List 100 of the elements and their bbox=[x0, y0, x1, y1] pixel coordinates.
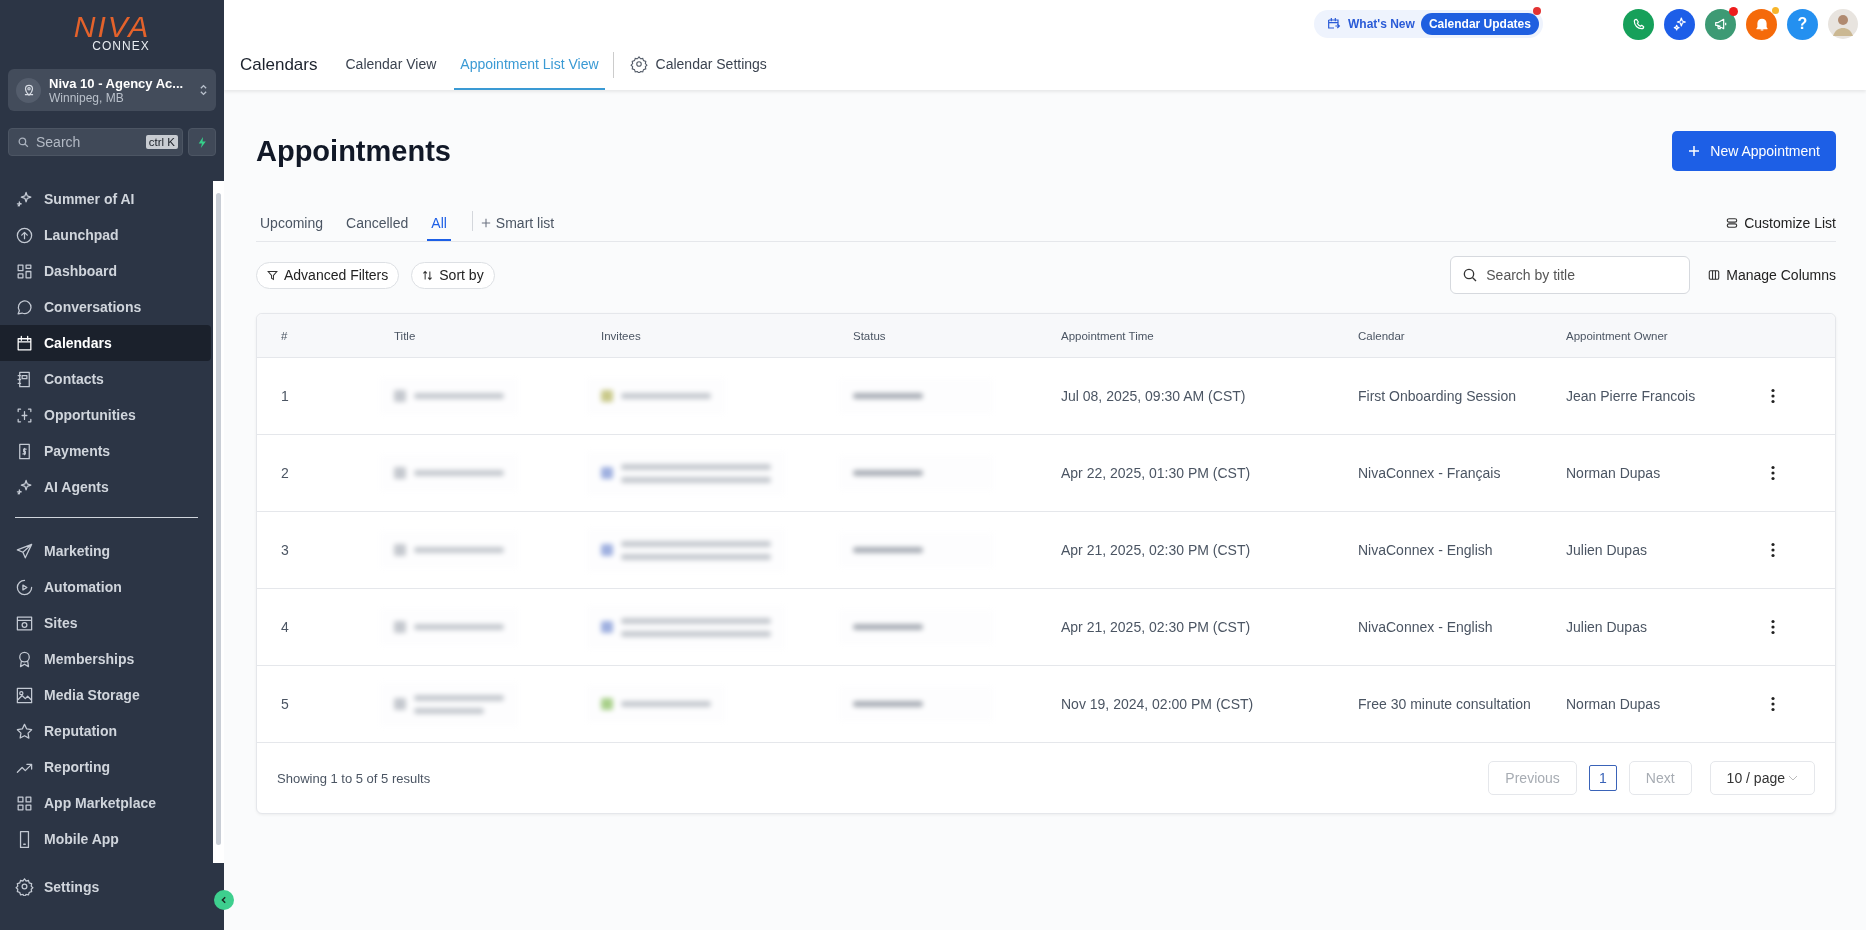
nav-item[interactable]: Conversations bbox=[0, 289, 211, 325]
settings-icon bbox=[15, 877, 34, 896]
kebab-icon bbox=[1771, 696, 1775, 712]
customize-list-button[interactable]: Customize List bbox=[1726, 207, 1836, 241]
sort-icon bbox=[422, 269, 434, 281]
table-cell: Norman Dupas bbox=[1566, 696, 1661, 712]
new-appointment-button[interactable]: New Appointment bbox=[1672, 131, 1836, 171]
page-size-select[interactable]: 10 / page bbox=[1709, 761, 1815, 795]
list-tab[interactable]: All bbox=[427, 207, 451, 241]
view-tab[interactable]: Calendar View bbox=[339, 48, 443, 90]
advanced-filters-button[interactable]: Advanced Filters bbox=[256, 261, 400, 289]
location-icon bbox=[16, 77, 41, 103]
nav-item[interactable]: Memberships bbox=[0, 641, 211, 677]
logo-wordmark: NIVA bbox=[73, 14, 151, 40]
page-number[interactable]: 1 bbox=[1588, 765, 1617, 791]
kebab-icon bbox=[1771, 465, 1775, 481]
sort-by-button[interactable]: Sort by bbox=[411, 261, 495, 289]
nav-item[interactable]: Opportunities bbox=[0, 397, 211, 433]
search-field[interactable]: Search ctrl K bbox=[8, 128, 183, 156]
table-cell: 5 bbox=[281, 696, 289, 712]
column-header: Calendar bbox=[1358, 329, 1405, 342]
toolbar-button[interactable] bbox=[1623, 8, 1654, 40]
manage-columns-button[interactable]: Manage Columns bbox=[1708, 267, 1836, 283]
nav-icon bbox=[15, 297, 34, 317]
table-cell-text: First Onboarding Session bbox=[1358, 387, 1516, 406]
column-header: # bbox=[281, 329, 288, 342]
toolbar-button[interactable] bbox=[1664, 8, 1695, 40]
whats-new-button[interactable]: What's New Calendar Updates bbox=[1314, 10, 1543, 38]
search-placeholder: Search bbox=[36, 134, 82, 150]
table-cell: Julien Dupas bbox=[1566, 619, 1647, 635]
account-name: Niva 10 - Agency Ac... bbox=[49, 75, 185, 91]
search-icon bbox=[17, 135, 30, 149]
column-header: Invitees bbox=[601, 329, 641, 342]
column-header: Title bbox=[394, 329, 416, 342]
toggles-icon bbox=[1726, 217, 1739, 229]
nav-icon bbox=[15, 577, 34, 597]
table-cell: Julien Dupas bbox=[1566, 542, 1647, 558]
table-cell-text: NivaConnex - Français bbox=[1358, 464, 1501, 483]
table-cell-text: NivaConnex - English bbox=[1358, 618, 1493, 637]
collapse-button[interactable] bbox=[214, 890, 234, 910]
smart-list-button[interactable]: Smart list bbox=[480, 207, 555, 241]
chevron-down-icon bbox=[1788, 775, 1798, 781]
nav-item[interactable]: Summer of AI bbox=[0, 181, 211, 217]
nav-item[interactable]: Dashboard bbox=[0, 253, 211, 289]
calendar-icon bbox=[1326, 16, 1342, 32]
plus-icon bbox=[480, 218, 491, 228]
list-tab[interactable]: Cancelled bbox=[342, 207, 413, 241]
calendar-settings-link[interactable]: Calendar Settings bbox=[623, 48, 773, 90]
table-cell: 1 bbox=[281, 388, 289, 404]
column-header: Appointment Time bbox=[1061, 329, 1154, 342]
nav-item[interactable]: Automation bbox=[0, 569, 211, 605]
calendar-updates-badge: Calendar Updates bbox=[1420, 13, 1539, 35]
plus-icon bbox=[1688, 145, 1701, 157]
settings-item[interactable]: Settings bbox=[0, 877, 224, 896]
nav-item[interactable]: Media Storage bbox=[0, 677, 211, 713]
nav-item[interactable]: Launchpad bbox=[0, 217, 211, 253]
nav-item[interactable]: Reporting bbox=[0, 749, 211, 785]
avatar-icon[interactable] bbox=[1828, 9, 1858, 39]
nav-item[interactable]: Sites bbox=[0, 605, 211, 641]
kebab-icon bbox=[1771, 542, 1775, 558]
nav-item[interactable]: AI Agents bbox=[0, 469, 211, 505]
search-icon bbox=[1462, 267, 1479, 283]
results-summary: Showing 1 to 5 of 5 results bbox=[277, 770, 431, 786]
nav-item[interactable]: App Marketplace bbox=[0, 785, 211, 821]
nav-item[interactable]: Calendars bbox=[0, 325, 211, 361]
chevron-left-icon bbox=[220, 896, 228, 904]
nav-icon bbox=[15, 225, 34, 245]
table-cell: Norman Dupas bbox=[1566, 465, 1661, 481]
account-switcher[interactable]: Niva 10 - Agency Ac... Winnipeg, MB bbox=[8, 69, 216, 111]
table-cell-text: Free 30 minute consultation bbox=[1358, 695, 1531, 714]
quick-action-button[interactable] bbox=[188, 128, 216, 156]
action-icon bbox=[1712, 16, 1729, 32]
nav-item[interactable]: Reputation bbox=[0, 713, 211, 749]
toolbar-button[interactable] bbox=[1705, 8, 1736, 40]
table-cell-text: NivaConnex - English bbox=[1358, 541, 1493, 560]
nav-icon bbox=[15, 685, 34, 705]
logo-subtitle: CONNEX bbox=[92, 40, 150, 53]
table-cell: Apr 21, 2025, 02:30 PM (CST) bbox=[1061, 619, 1251, 635]
table-cell: Apr 22, 2025, 01:30 PM (CST) bbox=[1061, 465, 1251, 481]
shortcut-key: ctrl K bbox=[145, 135, 178, 149]
kebab-icon bbox=[1771, 388, 1775, 404]
nav-item[interactable]: Payments bbox=[0, 433, 211, 469]
settings-icon bbox=[629, 55, 648, 73]
toolbar-button[interactable] bbox=[1746, 8, 1777, 40]
table-cell: Apr 21, 2025, 02:30 PM (CST) bbox=[1061, 542, 1251, 558]
table-cell: 3 bbox=[281, 542, 289, 558]
nav-item[interactable]: Mobile App bbox=[0, 821, 211, 857]
nav-icon bbox=[15, 189, 34, 209]
nav-item[interactable]: Contacts bbox=[0, 361, 211, 397]
nav-icon bbox=[15, 541, 34, 561]
action-icon bbox=[1671, 16, 1688, 32]
search-field[interactable]: Search by title bbox=[1450, 256, 1691, 294]
nav-icon bbox=[15, 477, 34, 497]
filter-icon bbox=[267, 269, 278, 281]
nav-item[interactable]: Marketing bbox=[0, 533, 211, 569]
chevron-icon bbox=[199, 83, 208, 97]
scrollbar[interactable] bbox=[213, 181, 224, 863]
table-cell: Jul 08, 2025, 09:30 AM (CST) bbox=[1061, 388, 1246, 404]
kebab-icon bbox=[1771, 619, 1775, 635]
list-tab[interactable]: Upcoming bbox=[256, 207, 328, 241]
